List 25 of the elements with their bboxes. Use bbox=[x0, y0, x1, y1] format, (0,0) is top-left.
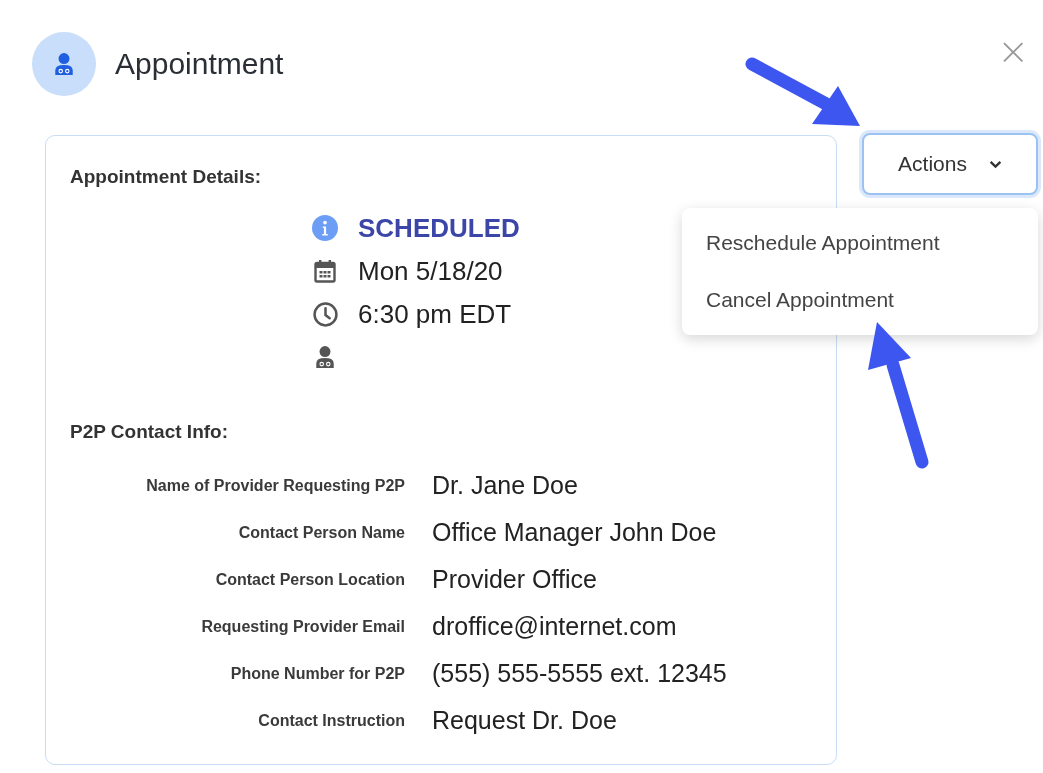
field-label: Contact Person Name bbox=[238, 523, 405, 542]
menu-item[interactable]: Reschedule Appointment bbox=[682, 221, 1038, 278]
field-label: Contact Instruction bbox=[258, 711, 405, 730]
field-value: Provider Office bbox=[432, 565, 597, 594]
date-text: Mon 5/18/20 bbox=[358, 255, 503, 287]
field-value: (555) 555-5555 ext. 12345 bbox=[432, 659, 727, 688]
clock-icon bbox=[312, 301, 338, 327]
status-text: SCHEDULED bbox=[358, 212, 520, 244]
field-value: droffice@internet.com bbox=[432, 612, 677, 641]
menu-item[interactable]: Cancel Appointment bbox=[682, 278, 1038, 335]
info-icon bbox=[312, 215, 338, 241]
field-value: Office Manager John Doe bbox=[432, 518, 717, 547]
field-label: Name of Provider Requesting P2P bbox=[146, 476, 405, 495]
dialog-title: Appointment bbox=[115, 47, 284, 81]
field-value: Dr. Jane Doe bbox=[432, 471, 578, 500]
field-value: Request Dr. Doe bbox=[432, 706, 617, 735]
section-heading: P2P Contact Info: bbox=[70, 421, 229, 443]
field-label: Requesting Provider Email bbox=[201, 617, 405, 636]
calendar-icon bbox=[312, 259, 338, 283]
actions-button[interactable]: Actions bbox=[862, 133, 1038, 195]
caret-icon bbox=[988, 159, 1002, 169]
field-label: Phone Number for P2P bbox=[230, 664, 405, 683]
section-heading: Appointment Details: bbox=[70, 166, 263, 188]
field-label: Contact Person Location bbox=[215, 570, 405, 589]
time-text: 6:30 pm EDT bbox=[358, 298, 512, 330]
